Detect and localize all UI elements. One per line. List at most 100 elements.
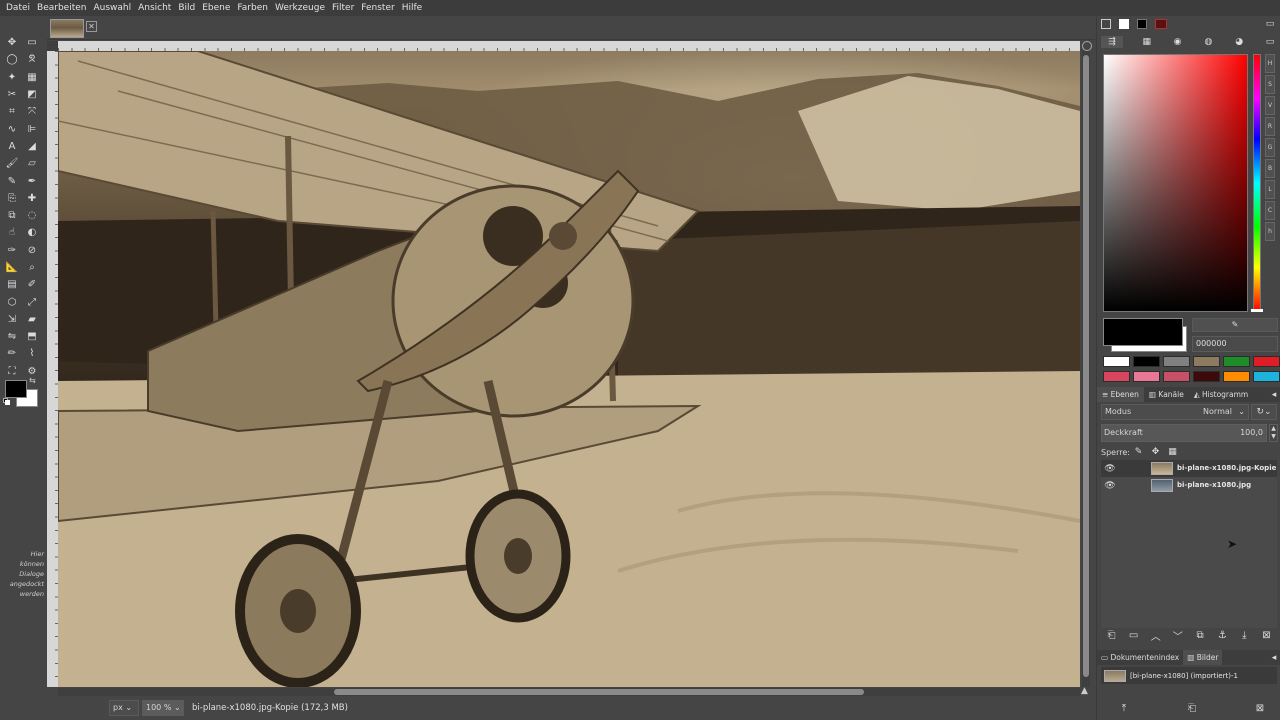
close-icon[interactable]: ✕ [86, 21, 97, 32]
paint-select-tool-icon[interactable]: ⛶ [2, 363, 22, 380]
new-layer-group-icon[interactable]: ▭ [1123, 629, 1144, 641]
triangle-selector-icon[interactable]: ◉ [1171, 36, 1185, 48]
image-canvas[interactable] [58, 51, 1080, 687]
rect-select-tool-icon[interactable]: ▭ [22, 34, 42, 51]
monitor-icon[interactable]: ▭ [1263, 18, 1277, 30]
lock-position-icon[interactable]: ✥ [1147, 446, 1164, 458]
bucket-fill-tool-icon[interactable]: ◢ [22, 138, 42, 155]
color-picker-button[interactable]: ✎ [1192, 318, 1278, 332]
foreground-background-icon[interactable] [1101, 19, 1111, 29]
palette-swatch[interactable] [1223, 356, 1250, 367]
merge-layer-icon[interactable]: ⤓ [1234, 629, 1255, 641]
eye-icon[interactable]: 👁 [1101, 464, 1119, 474]
tab-histogramm[interactable]: ◭ Histogramm [1189, 387, 1253, 402]
zoom-tool-icon[interactable]: ⌕ [22, 259, 42, 276]
white-icon[interactable] [1119, 19, 1129, 29]
palette-swatch[interactable] [1133, 356, 1160, 367]
eraser-tool-icon[interactable]: ▱ [22, 155, 42, 172]
horizontal-scrollbar-thumb[interactable] [334, 689, 864, 695]
raise-display-icon[interactable]: ⤒ [1117, 702, 1131, 714]
menu-datei[interactable]: Datei [3, 0, 33, 16]
color-picker-tool-icon[interactable]: ⊘ [22, 242, 42, 259]
perspective-clone-tool-icon[interactable]: ⧉ [2, 207, 22, 224]
ellipse-select-tool-icon[interactable]: ◯ [2, 51, 22, 68]
scale-v-button[interactable]: V [1265, 96, 1275, 115]
palette-swatch[interactable] [1253, 371, 1280, 382]
lock-pixels-icon[interactable]: ✎ [1130, 446, 1147, 458]
move-tool-icon[interactable]: ✥ [2, 34, 22, 51]
vertical-ruler[interactable] [47, 51, 58, 687]
crop-tool-icon[interactable]: ⌗ [2, 103, 22, 120]
align-tool-icon[interactable]: ⊫ [22, 120, 42, 137]
tab-dokumentenindex[interactable]: ▭ Dokumentenindex [1097, 650, 1183, 665]
menu-filter[interactable]: Filter [329, 0, 357, 16]
fuzzy-select-tool-icon[interactable]: ✦ [2, 69, 22, 86]
vertical-scrollbar-thumb[interactable] [1083, 55, 1089, 677]
configure-tab-icon[interactable]: ◂ [1267, 652, 1280, 664]
delete-image-icon[interactable]: ⊠ [1253, 702, 1267, 714]
color-saturation-value-area[interactable] [1103, 54, 1248, 312]
scales-selector-icon[interactable]: ▭ [1263, 36, 1277, 48]
menu-bearbeiten[interactable]: Bearbeiten [34, 0, 89, 16]
wheel-selector-icon[interactable]: ◍ [1201, 36, 1215, 48]
text-tool-icon[interactable]: A [2, 138, 22, 155]
palette-swatch[interactable] [1223, 371, 1250, 382]
tab-ebenen[interactable]: ≡ Ebenen [1097, 387, 1144, 402]
eye-icon[interactable]: 👁 [1101, 481, 1119, 491]
new-layer-icon[interactable]: ⎗ [1101, 629, 1122, 641]
zoom-lock-icon[interactable] [1082, 41, 1092, 51]
scale-hue-button[interactable]: h [1265, 222, 1275, 241]
lock-alpha-icon[interactable]: ▦ [1164, 446, 1181, 458]
smudge-tool-icon[interactable]: ☝ [2, 224, 22, 241]
composite-mode-icon[interactable]: ↻⌄ [1251, 404, 1277, 420]
foreground-color-large[interactable] [1103, 318, 1183, 346]
opacity-spinner[interactable]: ▲ ▼ [1269, 424, 1278, 442]
palette-swatch[interactable] [1193, 371, 1220, 382]
layer-row[interactable]: 👁 bi-plane-x1080.jpg-Kopie [1101, 460, 1277, 477]
palette-swatch[interactable] [1133, 371, 1160, 382]
measure-tool-icon[interactable]: 📐 [2, 259, 22, 276]
select-by-color-tool-icon[interactable]: ▦ [22, 69, 42, 86]
foreground-color-swatch[interactable] [5, 380, 27, 398]
image-tab-thumbnail[interactable] [50, 19, 84, 38]
scissors-select-tool-icon[interactable]: ✂ [2, 86, 22, 103]
perspective-tool-icon[interactable]: ⬒ [22, 328, 42, 345]
warp-transform-tool-icon[interactable]: ∿ [2, 120, 22, 137]
airbrush-tool-icon[interactable]: ✎ [2, 172, 22, 189]
menu-ansicht[interactable]: Ansicht [135, 0, 174, 16]
flip-tool-icon[interactable]: ⇋ [2, 328, 22, 345]
dodge-burn-tool-icon[interactable]: ◐ [22, 224, 42, 241]
pencil-tool-icon[interactable]: ✏ [2, 345, 22, 362]
tab-bilder[interactable]: ▥ Bilder [1183, 650, 1223, 665]
scale-l-button[interactable]: L [1265, 180, 1275, 199]
new-display-icon[interactable]: ⎗ [1185, 702, 1199, 714]
unit-select[interactable]: px ⌄ [109, 700, 139, 716]
mypaint-brush-tool-icon[interactable]: ✐ [22, 276, 42, 293]
blur-tool-icon[interactable]: ◌ [22, 207, 42, 224]
palette-swatch[interactable] [1193, 356, 1220, 367]
menu-auswahl[interactable]: Auswahl [90, 0, 134, 16]
navigate-icon[interactable]: ▲ [1081, 686, 1091, 696]
palette-swatch[interactable] [1163, 371, 1190, 382]
palette-swatch[interactable] [1253, 356, 1280, 367]
tab-kanaele[interactable]: ▥ Kanäle [1144, 387, 1189, 402]
gradient-tool-icon[interactable]: ▤ [2, 276, 22, 293]
hue-strip[interactable] [1253, 54, 1261, 312]
hex-color-input[interactable]: 000000 [1192, 336, 1278, 352]
clone-tool-icon[interactable]: ⎘ [2, 190, 22, 207]
watercolor-selector-icon[interactable]: ◕ [1232, 36, 1246, 48]
ink-tool-icon[interactable]: ✒ [22, 172, 42, 189]
vertical-scrollbar[interactable] [1082, 51, 1090, 687]
opacity-slider[interactable]: Deckkraft 100,0 [1101, 424, 1267, 442]
lower-layer-icon[interactable]: ﹀ [1167, 629, 1188, 643]
menu-werkzeuge[interactable]: Werkzeuge [272, 0, 328, 16]
menu-farben[interactable]: Farben [234, 0, 271, 16]
layer-mode-select[interactable]: Modus Normal ⌄ [1101, 404, 1249, 420]
hue-marker[interactable] [1251, 309, 1263, 312]
layer-row[interactable]: 👁 bi-plane-x1080.jpg [1101, 477, 1277, 494]
scale-r-button[interactable]: R [1265, 117, 1275, 136]
horizontal-scrollbar[interactable] [58, 688, 1080, 696]
handle-transform-tool-icon[interactable]: ⤢ [22, 293, 42, 310]
cage-transform-tool-icon[interactable]: ⬡ [2, 293, 22, 310]
reset-colors-icon[interactable] [3, 398, 10, 405]
